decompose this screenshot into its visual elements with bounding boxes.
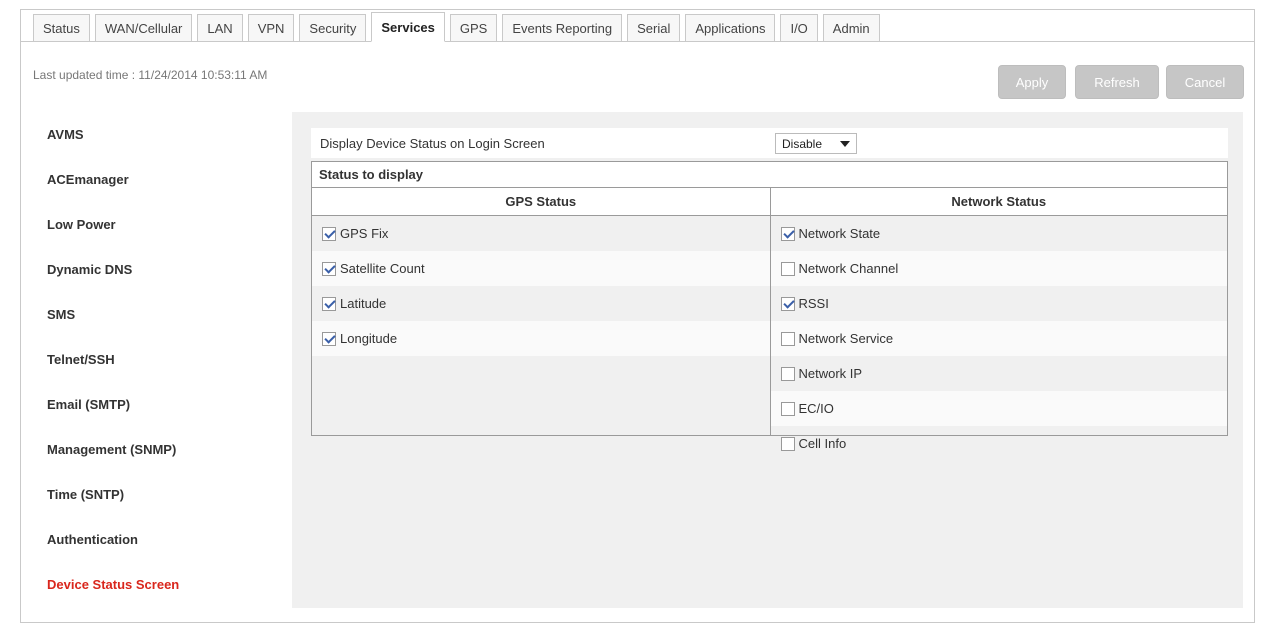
sidebar-item-time-sntp[interactable]: Time (SNTP) xyxy=(29,472,292,517)
network-status-list: Network State Network Channel RSSI Network … xyxy=(770,216,1228,451)
display-setting-value: Disable xyxy=(782,136,823,151)
gps-checkbox-label: Satellite Count xyxy=(340,261,425,276)
list-item: GPS Fix xyxy=(312,216,770,251)
list-item: Network Service xyxy=(770,321,1227,356)
tab-wan-cellular[interactable]: WAN/Cellular xyxy=(94,14,193,41)
network-checkbox-label: RSSI xyxy=(798,296,829,311)
tab-admin[interactable]: Admin xyxy=(822,14,880,41)
network-checkbox[interactable] xyxy=(780,296,795,311)
list-item: Cell Info xyxy=(771,426,1228,461)
tab-serial[interactable]: Serial xyxy=(627,14,681,41)
tab-services[interactable]: Services xyxy=(371,12,445,42)
sidebar-item-device-status-screen[interactable]: Device Status Screen xyxy=(29,562,292,607)
network-checkbox-label: Network Channel xyxy=(798,261,899,276)
tab-status[interactable]: Status xyxy=(33,14,90,41)
network-checkbox-label: Network Service xyxy=(798,331,894,346)
last-updated-text: Last updated time : 11/24/2014 10:53:11 … xyxy=(33,68,268,82)
cancel-button[interactable]: Cancel xyxy=(1166,65,1244,99)
network-checkbox-label: Cell Info xyxy=(798,436,847,451)
list-item: Latitude xyxy=(312,286,770,321)
list-item: Network Channel xyxy=(770,251,1227,286)
gps-checkbox-label: Longitude xyxy=(340,331,398,346)
gps-checkbox[interactable] xyxy=(322,296,336,311)
status-table-title: Status to display xyxy=(312,162,1227,188)
sidebar-item-avms[interactable]: AVMS xyxy=(29,112,292,157)
gps-checkbox[interactable] xyxy=(322,226,336,241)
display-setting-row: Display Device Status on Login Screen Di… xyxy=(311,128,1228,158)
sidebar-item-dynamic-dns[interactable]: Dynamic DNS xyxy=(29,247,292,292)
sidebar-item-low-power[interactable]: Low Power xyxy=(29,202,292,247)
gps-checkbox-label: Latitude xyxy=(340,296,387,311)
status-table: Status to display GPS Status GPS Fix Sate… xyxy=(311,161,1228,451)
network-checkbox-label: Network State xyxy=(798,226,881,241)
sidebar-item-management-snmp[interactable]: Management (SNMP) xyxy=(29,427,292,472)
gps-checkbox-label: GPS Fix xyxy=(340,226,389,241)
sidebar-item-telnet-ssh[interactable]: Telnet/SSH xyxy=(29,337,292,382)
list-item: Network IP xyxy=(771,356,1228,391)
tab-applications[interactable]: Applications xyxy=(685,14,776,41)
network-status-header: Network Status xyxy=(770,188,1227,216)
refresh-button[interactable]: Refresh xyxy=(1075,65,1159,99)
gps-status-header: GPS Status xyxy=(312,188,770,216)
tab-lan[interactable]: LAN xyxy=(197,14,243,41)
sidebar-item-sms[interactable]: SMS xyxy=(29,292,292,337)
services-sidebar: AVMS ACEmanager Low Power Dynamic DNS SM… xyxy=(29,112,292,608)
display-setting-label: Display Device Status on Login Screen xyxy=(320,135,545,151)
list-item: EC/IO xyxy=(770,391,1227,426)
display-setting-select[interactable]: Disable xyxy=(775,133,857,154)
tab-security[interactable]: Security xyxy=(299,14,367,41)
device-status-panel: Display Device Status on Login Screen Di… xyxy=(311,128,1228,451)
content-area: AVMS ACEmanager Low Power Dynamic DNS SM… xyxy=(29,112,1243,608)
gps-status-column: GPS Status GPS Fix Satellite Count Latitud… xyxy=(312,188,770,435)
top-tab-bar: Status WAN/Cellular LAN VPN Security Ser… xyxy=(21,10,1254,42)
list-item: Satellite Count xyxy=(312,251,770,286)
network-checkbox[interactable] xyxy=(780,226,795,241)
tab-io[interactable]: I/O xyxy=(780,14,818,41)
dropdown-caret-icon xyxy=(840,141,850,147)
list-item: Longitude xyxy=(312,321,770,356)
network-checkbox[interactable] xyxy=(780,366,795,381)
sidebar-item-acemanager[interactable]: ACEmanager xyxy=(29,157,292,202)
network-checkbox[interactable] xyxy=(780,261,795,276)
tab-gps[interactable]: GPS xyxy=(449,14,498,41)
network-status-column: Network Status Network State Network Chan… xyxy=(769,188,1228,451)
apply-button[interactable]: Apply xyxy=(998,65,1066,99)
network-checkbox[interactable] xyxy=(780,401,795,416)
tab-vpn[interactable]: VPN xyxy=(247,14,295,41)
network-checkbox-label: EC/IO xyxy=(798,401,834,416)
gps-status-list: GPS Fix Satellite Count Latitude Longitude xyxy=(312,216,770,435)
sidebar-item-email-smtp[interactable]: Email (SMTP) xyxy=(29,382,292,427)
network-checkbox[interactable] xyxy=(780,436,795,451)
network-checkbox[interactable] xyxy=(780,331,795,346)
main-window: Status WAN/Cellular LAN VPN Security Ser… xyxy=(20,9,1255,623)
list-item: RSSI xyxy=(771,286,1228,321)
network-checkbox-label: Network IP xyxy=(798,366,863,381)
sidebar-item-authentication[interactable]: Authentication xyxy=(29,517,292,562)
gps-checkbox[interactable] xyxy=(322,331,336,346)
list-item: Network State xyxy=(771,216,1228,251)
gps-checkbox[interactable] xyxy=(322,261,336,276)
tab-events-reporting[interactable]: Events Reporting xyxy=(502,14,623,41)
